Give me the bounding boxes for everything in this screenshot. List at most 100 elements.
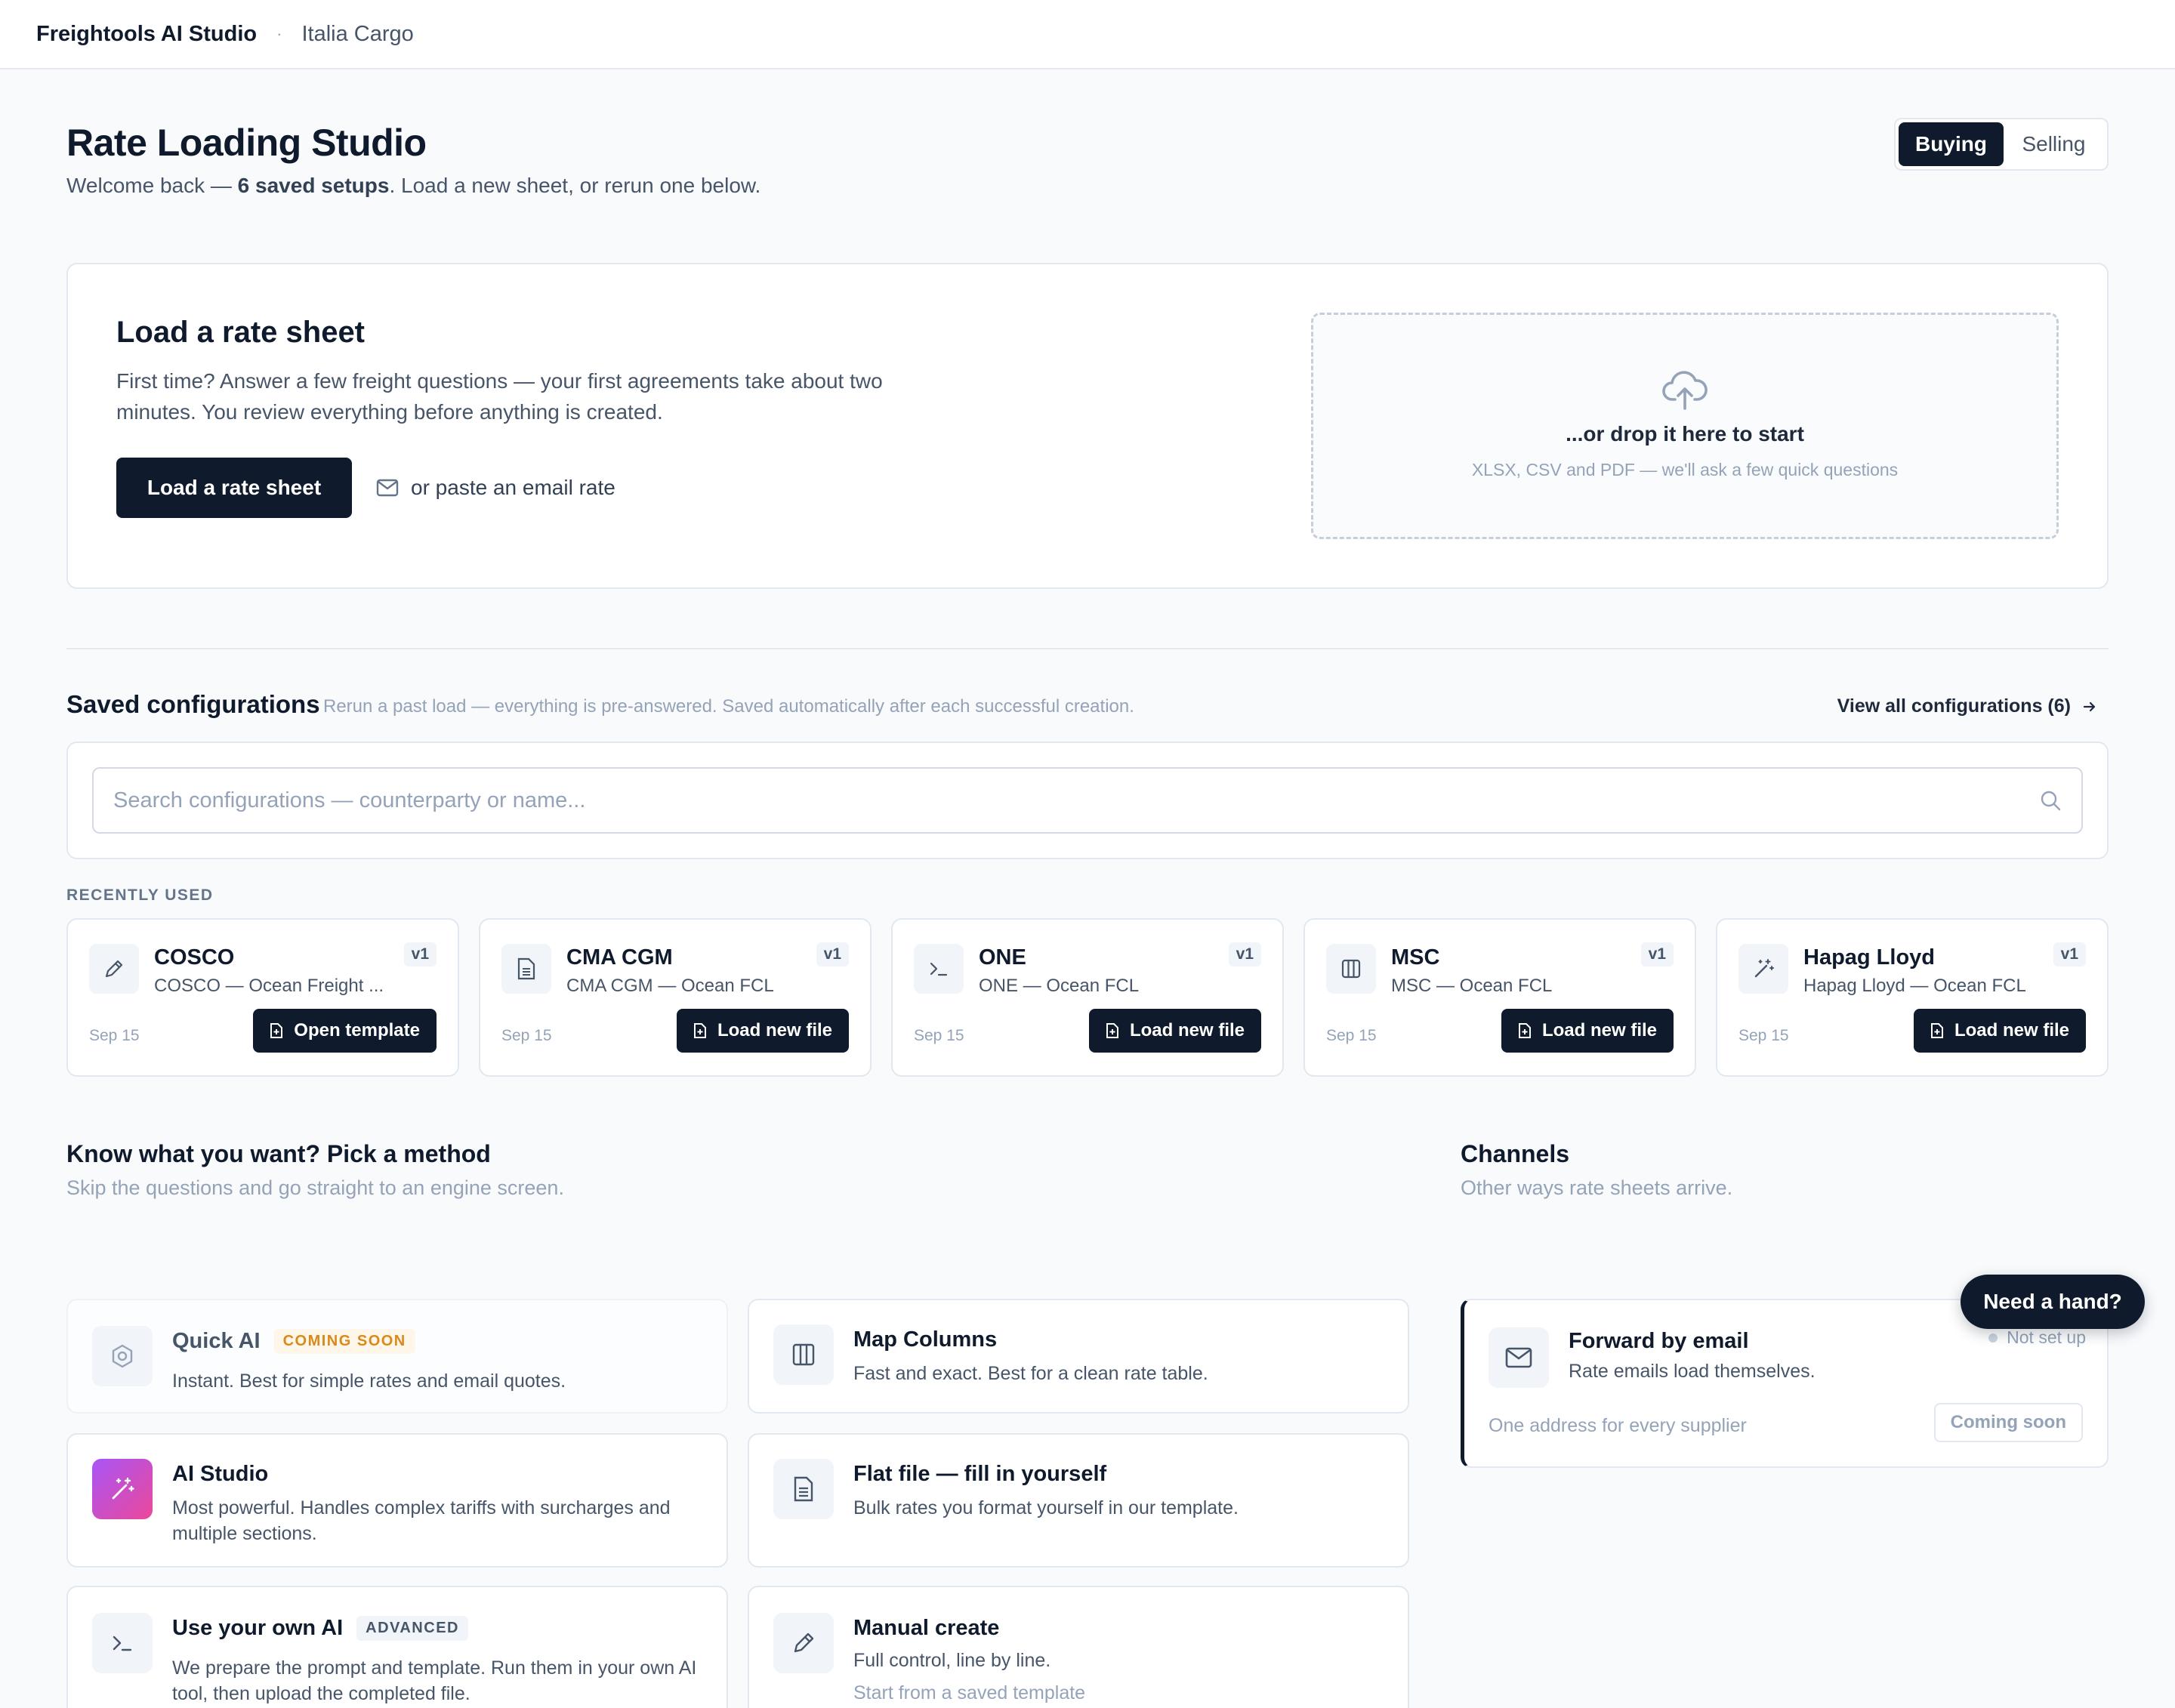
file-plus-icon [693, 1023, 706, 1038]
channel-footer: One address for every supplier [1489, 1415, 1747, 1436]
method-title: Flat file — fill in yourself [853, 1462, 1107, 1486]
load-card-description: First time? Answer a few freight questio… [116, 369, 883, 424]
method-description: Most powerful. Handles complex tariffs w… [172, 1497, 671, 1544]
search-card [66, 741, 2109, 859]
methods-title: Know what you want? Pick a method [66, 1140, 491, 1167]
paste-email-rate-link[interactable]: or paste an email rate [376, 476, 615, 500]
config-version-badge: v1 [1640, 942, 1674, 967]
method-description: We prepare the prompt and template. Run … [172, 1657, 697, 1704]
arrow-right-icon [2083, 701, 2096, 711]
need-a-hand-button[interactable]: Need a hand? [1961, 1275, 2145, 1329]
load-new-file-button[interactable]: Load new file [676, 1009, 849, 1053]
coming-soon-button[interactable]: Coming soon [1933, 1403, 2083, 1442]
recently-used-label: RECENTLY USED [66, 886, 214, 904]
status-dot [1988, 1333, 1998, 1343]
config-description: COSCO — Ocean Freight ... [154, 976, 384, 996]
page-subtitle: Welcome back — 6 saved setups. Load a ne… [66, 174, 761, 197]
load-new-file-button[interactable]: Load new file [1088, 1009, 1261, 1053]
method-description: Instant. Best for simple rates and email… [172, 1370, 566, 1392]
toggle-selling[interactable]: Selling [2004, 122, 2104, 166]
channels-subtitle: Other ways rate sheets arrive. [1461, 1176, 1733, 1199]
file-spreadsheet-icon [794, 1476, 813, 1502]
config-name: Hapag Lloyd [1803, 945, 1936, 970]
method-description: Full control, line by line. [853, 1650, 1051, 1671]
top-bar: Freightools AI Studio · Italia Cargo [0, 0, 2175, 69]
saved-configurations-title: Saved configurations [66, 690, 320, 718]
config-description: CMA CGM — Ocean FCL [566, 976, 774, 996]
mail-icon [376, 479, 399, 497]
upload-cloud-icon [1662, 371, 1708, 410]
breadcrumb-separator: · [276, 24, 282, 43]
file-plus-icon [270, 1023, 283, 1038]
config-name: MSC [1391, 945, 1440, 970]
method-title: Quick AI [172, 1329, 261, 1353]
config-version-badge: v1 [2053, 942, 2086, 967]
file-plus-icon [1930, 1023, 1943, 1038]
config-card-cosco[interactable]: COSCO COSCO — Ocean Freight ... v1 Sep 1… [66, 918, 459, 1077]
config-description: MSC — Ocean FCL [1391, 976, 1553, 996]
advanced-badge: ADVANCED [356, 1616, 468, 1641]
method-title: AI Studio [172, 1462, 269, 1486]
config-card-msc[interactable]: MSC MSC — Ocean FCL v1 Sep 15 Load new f… [1303, 918, 1696, 1077]
load-rate-sheet-button[interactable]: Load a rate sheet [116, 458, 352, 518]
config-date: Sep 15 [914, 1027, 964, 1044]
columns-icon [1341, 959, 1361, 979]
coming-soon-badge: COMING SOON [273, 1329, 415, 1354]
pencil-icon [105, 960, 123, 978]
method-description: Bulk rates you format yourself in our te… [853, 1497, 1239, 1518]
file-plus-icon [1106, 1023, 1118, 1038]
file-drop-zone[interactable]: ...or drop it here to start XLSX, CSV an… [1311, 313, 2059, 539]
page-title: Rate Loading Studio [66, 122, 427, 164]
load-new-file-button[interactable]: Load new file [1501, 1009, 1674, 1053]
terminal-icon [113, 1636, 132, 1651]
config-card-one[interactable]: ONE ONE — Ocean FCL v1 Sep 15 Load new f… [891, 918, 1284, 1077]
config-version-badge: v1 [403, 942, 437, 967]
method-use-your-own-ai[interactable]: Use your own AI ADVANCED We prepare the p… [66, 1586, 728, 1708]
methods-subtitle: Skip the questions and go straight to an… [66, 1176, 564, 1199]
view-all-configurations-link[interactable]: View all configurations (6) [1837, 695, 2096, 717]
method-quick-ai: Quick AI COMING SOON Instant. Best for si… [66, 1299, 728, 1414]
mail-icon [1505, 1347, 1532, 1368]
method-title: Map Columns [853, 1327, 998, 1352]
file-spreadsheet-icon [517, 957, 535, 980]
load-new-file-button[interactable]: Load new file [1913, 1009, 2086, 1053]
hexagon-icon [112, 1344, 133, 1368]
method-map-columns[interactable]: Map Columns Fast and exact. Best for a c… [748, 1299, 1409, 1414]
config-date: Sep 15 [1326, 1027, 1377, 1044]
config-card-hapag-lloyd[interactable]: Hapag Lloyd Hapag Lloyd — Ocean FCL v1 S… [1716, 918, 2109, 1077]
magic-wand-icon [1754, 959, 1774, 978]
start-from-saved-template-link[interactable]: Start from a saved template [853, 1682, 1085, 1704]
method-description: Fast and exact. Best for a clean rate ta… [853, 1363, 1208, 1384]
config-date: Sep 15 [501, 1027, 552, 1044]
search-configurations-input[interactable] [113, 788, 2039, 813]
search-icon[interactable] [2039, 789, 2062, 812]
columns-icon [792, 1343, 815, 1366]
toggle-buying[interactable]: Buying [1899, 122, 2004, 166]
org-name[interactable]: Italia Cargo [301, 22, 413, 47]
method-manual-create[interactable]: Manual create Full control, line by line… [748, 1586, 1409, 1708]
config-date: Sep 15 [1738, 1027, 1789, 1044]
config-name: COSCO [154, 945, 235, 970]
config-card-cma-cgm[interactable]: CMA CGM CMA CGM — Ocean FCL v1 Sep 15 Lo… [479, 918, 872, 1077]
method-ai-studio[interactable]: AI Studio Most powerful. Handles complex… [66, 1433, 728, 1568]
channel-description: Rate emails load themselves. [1569, 1361, 1816, 1382]
config-description: ONE — Ocean FCL [979, 976, 1140, 996]
config-description: Hapag Lloyd — Ocean FCL [1803, 976, 2026, 996]
terminal-icon [930, 962, 948, 976]
method-flat-file[interactable]: Flat file — fill in yourself Bulk rates … [748, 1433, 1409, 1568]
pencil-icon [794, 1632, 814, 1653]
config-version-badge: v1 [1228, 942, 1261, 967]
buying-selling-toggle: Buying Selling [1894, 118, 2109, 171]
open-template-button[interactable]: Open template [253, 1009, 437, 1053]
load-rate-sheet-card: Load a rate sheet First time? Answer a f… [66, 263, 2109, 589]
config-version-badge: v1 [816, 942, 849, 967]
saved-configurations-subtitle: Rerun a past load — everything is pre-an… [323, 696, 1134, 717]
method-title: Manual create [853, 1616, 1000, 1640]
saved-setups-count: 6 saved setups [237, 174, 390, 197]
app-brand[interactable]: Freightools AI Studio [36, 22, 257, 47]
config-name: ONE [979, 945, 1026, 970]
config-name: CMA CGM [566, 945, 673, 970]
channels-title: Channels [1461, 1140, 1570, 1167]
magic-wand-icon [112, 1477, 134, 1500]
search-box [92, 767, 2083, 834]
